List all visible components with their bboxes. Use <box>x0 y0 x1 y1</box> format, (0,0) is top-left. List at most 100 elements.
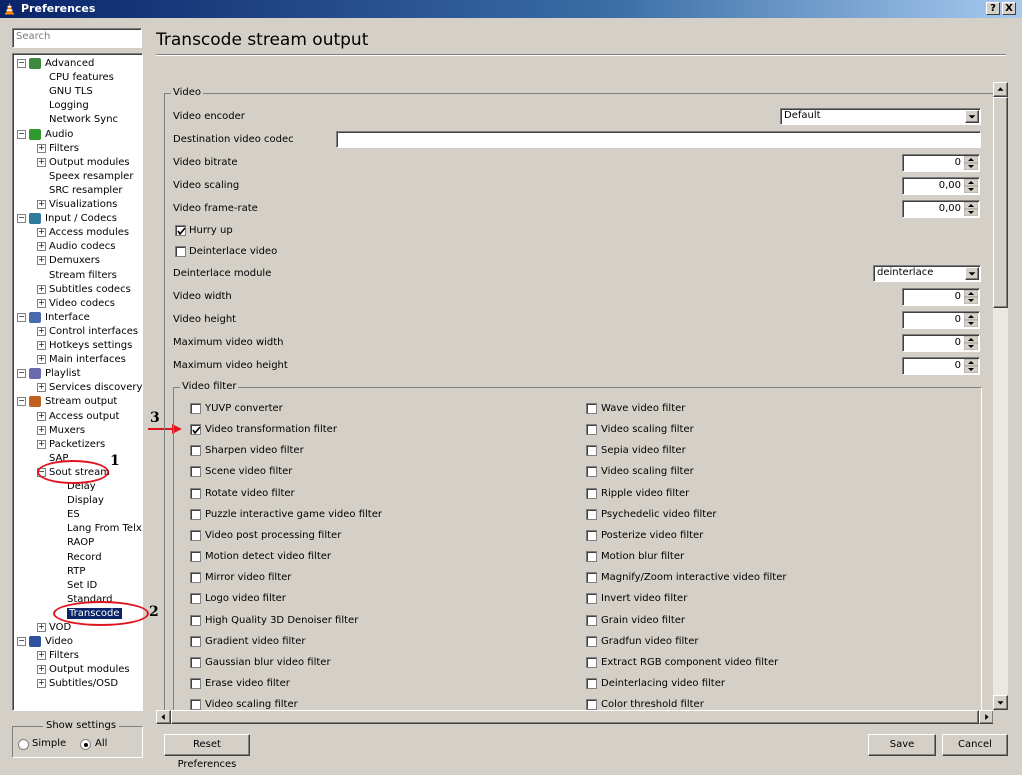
tree-item-network-sync[interactable]: Network Sync <box>37 113 118 126</box>
tree-item-filters[interactable]: + Filters <box>37 649 79 662</box>
filter-checkbox[interactable] <box>586 445 597 457</box>
tree-item-packetizers[interactable]: + Packetizers <box>37 438 105 451</box>
deinterlace-checkbox[interactable] <box>175 246 186 257</box>
tree-item-es[interactable]: ES <box>55 508 80 521</box>
vertical-scroll-thumb[interactable] <box>993 97 1008 308</box>
filter-checkbox[interactable] <box>190 466 201 478</box>
filter-checkbox[interactable] <box>586 614 597 626</box>
expand-icon[interactable]: + <box>37 623 46 632</box>
expand-icon[interactable]: + <box>37 355 46 365</box>
collapse-icon[interactable]: − <box>17 59 26 68</box>
expand-icon[interactable]: + <box>37 651 46 661</box>
tree-item-muxers[interactable]: + Muxers <box>37 424 85 437</box>
tree-item-demuxers[interactable]: + Demuxers <box>37 254 100 267</box>
tree-item-advanced[interactable]: − Advanced <box>17 57 94 70</box>
tree-item-subtitles-codecs[interactable]: + Subtitles codecs <box>37 283 131 296</box>
video-scaling-spinbox[interactable]: 0,00 <box>902 177 980 195</box>
tree-item-playlist[interactable]: − Playlist <box>17 367 81 380</box>
deinterlace-module-select[interactable]: deinterlace <box>873 265 981 282</box>
expand-icon[interactable]: + <box>37 228 46 238</box>
tree-item-filters[interactable]: + Filters <box>37 142 79 155</box>
video-width-spinbox[interactable]: 0 <box>902 288 980 306</box>
horizontal-scroll-thumb[interactable] <box>171 710 979 724</box>
spin-arrows-icon[interactable] <box>964 202 978 216</box>
all-radio[interactable] <box>80 739 91 750</box>
dest-codec-input[interactable] <box>336 131 981 148</box>
scroll-up-arrow-icon[interactable] <box>993 82 1008 97</box>
tree-item-cpu-features[interactable]: CPU features <box>37 71 114 84</box>
tree-item-visualizations[interactable]: + Visualizations <box>37 198 117 211</box>
tree-item-record[interactable]: Record <box>55 551 102 564</box>
tree-item-stream-filters[interactable]: Stream filters <box>37 269 117 282</box>
filter-checkbox[interactable] <box>586 487 597 499</box>
tree-item-services-discovery[interactable]: + Services discovery <box>37 381 142 394</box>
max-height-spinbox[interactable]: 0 <box>902 357 980 375</box>
filter-checkbox[interactable] <box>190 593 201 605</box>
collapse-icon[interactable]: − <box>17 312 26 322</box>
tree-item-raop[interactable]: RAOP <box>55 536 94 549</box>
search-input[interactable]: Search <box>12 28 142 48</box>
tree-item-access-modules[interactable]: + Access modules <box>37 226 129 239</box>
video-bitrate-spinbox[interactable]: 0 <box>902 154 980 172</box>
tree-item-access-output[interactable]: + Access output <box>37 410 119 423</box>
spin-arrows-icon[interactable] <box>964 179 978 193</box>
scroll-down-arrow-icon[interactable] <box>993 695 1008 710</box>
spin-arrows-icon[interactable] <box>964 359 978 373</box>
expand-icon[interactable]: + <box>37 242 46 252</box>
expand-icon[interactable]: + <box>37 143 46 153</box>
save-button[interactable]: Save <box>868 734 936 756</box>
cancel-button[interactable]: Cancel <box>942 734 1008 756</box>
collapse-icon[interactable]: − <box>17 369 26 379</box>
filter-checkbox[interactable] <box>190 403 201 414</box>
filter-checkbox[interactable] <box>586 508 597 520</box>
expand-icon[interactable]: + <box>37 200 46 209</box>
filter-checkbox[interactable] <box>190 614 201 626</box>
tree-item-speex-resampler[interactable]: Speex resampler <box>37 170 133 183</box>
tree-item-audio-codecs[interactable]: + Audio codecs <box>37 240 115 253</box>
filter-checkbox[interactable] <box>190 445 201 457</box>
filter-checkbox[interactable] <box>586 656 597 668</box>
filter-checkbox[interactable] <box>586 677 597 689</box>
expand-icon[interactable]: + <box>37 298 46 308</box>
tree-item-video[interactable]: − Video <box>17 635 73 648</box>
filter-checkbox[interactable] <box>586 424 597 436</box>
tree-item-src-resampler[interactable]: SRC resampler <box>37 184 122 197</box>
tree-item-video-codecs[interactable]: + Video codecs <box>37 297 115 310</box>
filter-checkbox[interactable] <box>190 508 201 520</box>
tree-item-vod[interactable]: + VOD <box>37 621 71 634</box>
filter-checkbox[interactable] <box>190 656 201 668</box>
horizontal-scrollbar[interactable] <box>156 710 994 724</box>
simple-radio[interactable] <box>18 739 29 750</box>
scroll-right-arrow-icon[interactable] <box>979 710 994 724</box>
filter-checkbox[interactable] <box>190 529 201 541</box>
filter-checkbox[interactable] <box>190 572 201 584</box>
filter-checkbox[interactable] <box>190 699 201 710</box>
expand-icon[interactable]: + <box>37 439 46 449</box>
collapse-icon[interactable]: − <box>17 397 26 407</box>
tree-item-control-interfaces[interactable]: + Control interfaces <box>37 325 138 338</box>
tree-item-hotkeys-settings[interactable]: + Hotkeys settings <box>37 339 132 352</box>
spin-arrows-icon[interactable] <box>964 156 978 170</box>
tree-item-lang-from-telx[interactable]: Lang From Telx <box>55 522 142 535</box>
filter-checkbox[interactable] <box>586 551 597 563</box>
video-framerate-spinbox[interactable]: 0,00 <box>902 200 980 218</box>
collapse-icon[interactable]: − <box>17 637 26 647</box>
collapse-icon[interactable]: − <box>17 214 26 224</box>
tree-item-gnu-tls[interactable]: GNU TLS <box>37 85 93 98</box>
vertical-scrollbar[interactable] <box>993 82 1008 710</box>
filter-checkbox[interactable] <box>190 677 201 689</box>
reset-preferences-button[interactable]: Reset Preferences <box>164 734 250 770</box>
filter-checkbox[interactable] <box>190 635 201 647</box>
tree-item-stream-output[interactable]: − Stream output <box>17 395 117 408</box>
filter-checkbox[interactable] <box>586 466 597 478</box>
tree-item-interface[interactable]: − Interface <box>17 311 90 324</box>
tree-item-output-modules[interactable]: + Output modules <box>37 156 130 169</box>
filter-checkbox[interactable] <box>190 424 201 436</box>
tree-item-audio[interactable]: − Audio <box>17 128 73 141</box>
filter-checkbox[interactable] <box>190 487 201 499</box>
tree-item-input-codecs[interactable]: − Input / Codecs <box>17 212 117 225</box>
video-encoder-select[interactable]: Default <box>780 108 981 125</box>
filter-checkbox[interactable] <box>586 635 597 647</box>
tree-item-logging[interactable]: Logging <box>37 99 89 112</box>
scroll-left-arrow-icon[interactable] <box>156 710 171 724</box>
